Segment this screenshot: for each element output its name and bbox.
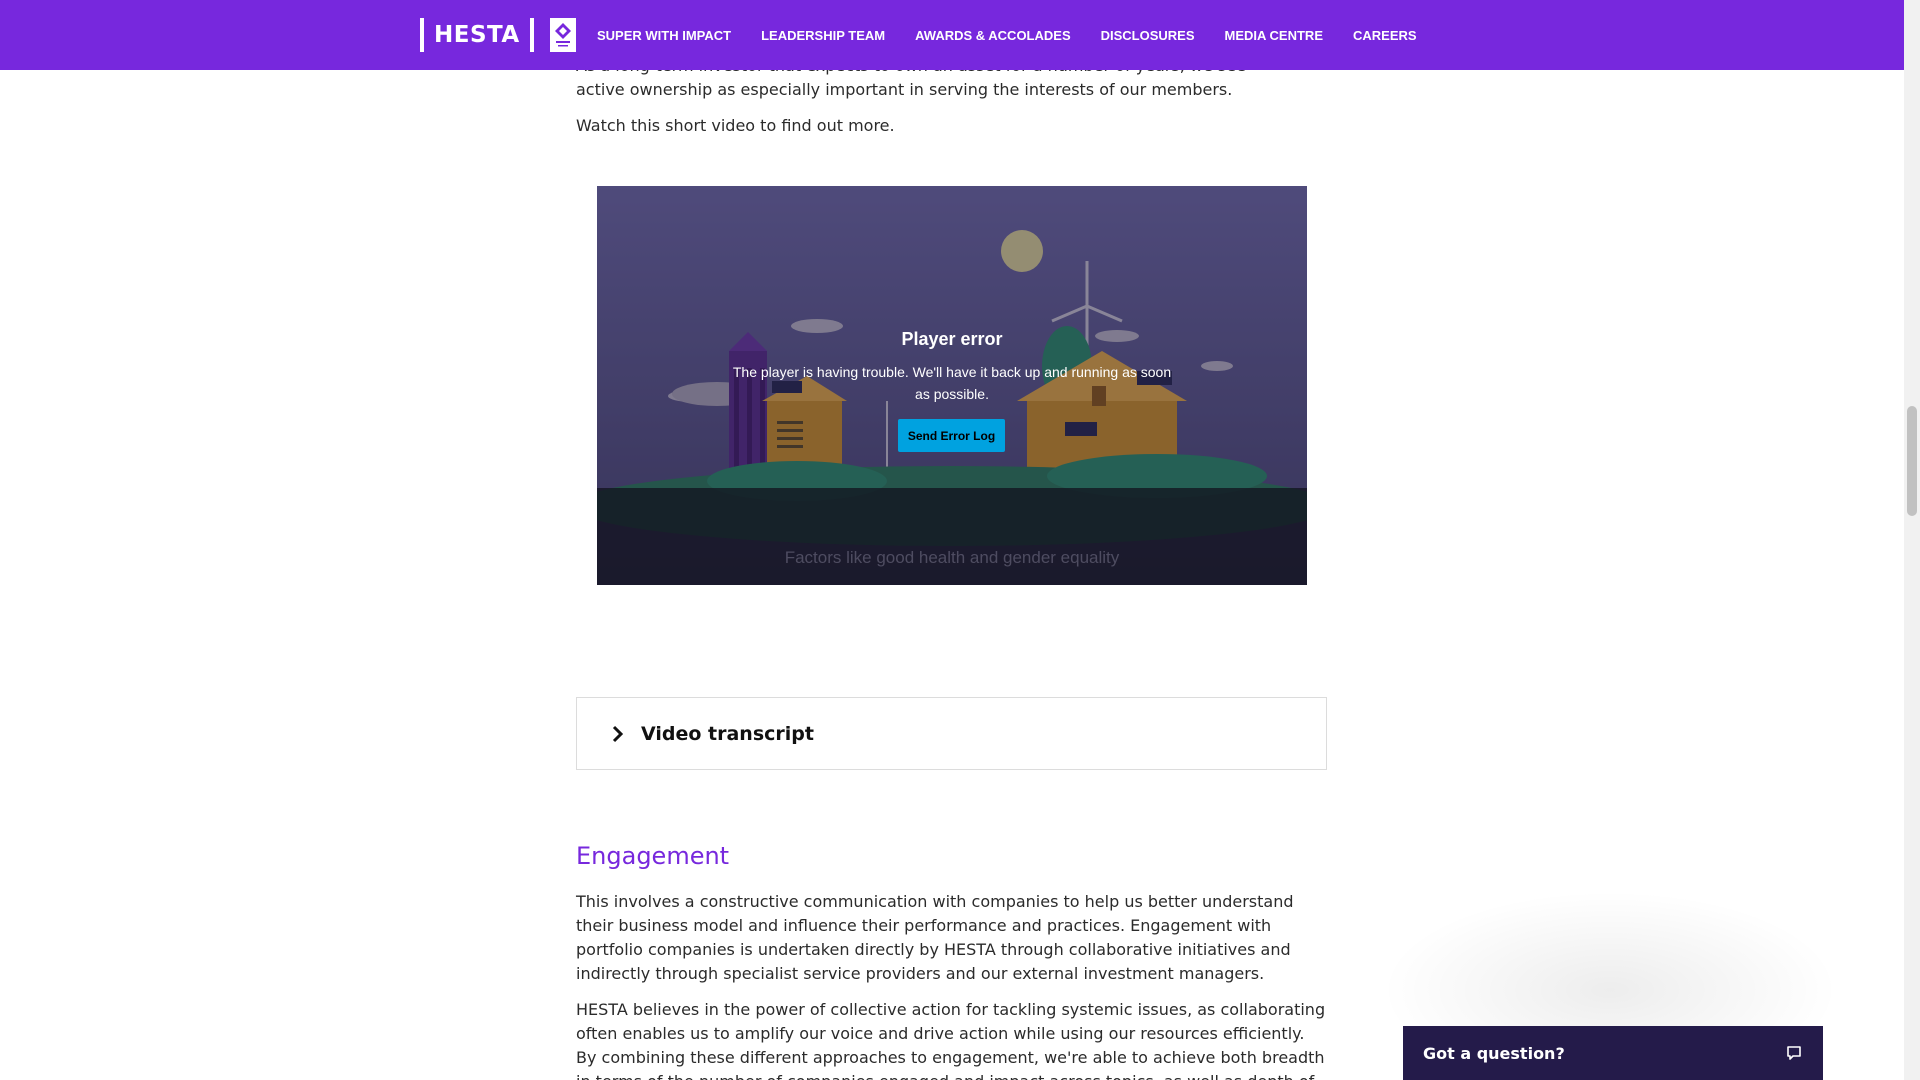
- video-transcript-label: Video transcript: [641, 722, 814, 745]
- main-nav: SUPER WITH IMPACT LEADERSHIP TEAM AWARDS…: [597, 0, 1447, 70]
- player-error-message: The player is having trouble. We'll have…: [732, 364, 1172, 402]
- nav-careers[interactable]: CAREERS: [1353, 28, 1417, 43]
- nav-disclosures[interactable]: DISCLOSURES: [1101, 28, 1195, 43]
- certification-badge-icon: [549, 18, 576, 52]
- engagement-paragraph-2: HESTA believes in the power of collectiv…: [576, 1000, 1326, 1080]
- chevron-right-icon: [611, 724, 627, 744]
- logo-text: HESTA: [434, 22, 520, 48]
- nav-super-with-impact[interactable]: SUPER WITH IMPACT: [597, 28, 731, 43]
- scrollbar-thumb[interactable]: [1907, 406, 1917, 516]
- logo-divider-left: [420, 18, 424, 52]
- video-player[interactable]: Player error The player is having troubl…: [597, 186, 1307, 585]
- engagement-heading: Engagement: [576, 842, 730, 870]
- watch-video-text: Watch this short video to find out more.: [576, 116, 895, 135]
- got-a-question-chat-button[interactable]: Got a question?: [1403, 1026, 1823, 1080]
- video-transcript-accordion[interactable]: Video transcript: [576, 697, 1327, 770]
- hesta-logo[interactable]: HESTA: [420, 17, 576, 53]
- nav-leadership-team[interactable]: LEADERSHIP TEAM: [761, 28, 885, 43]
- send-error-log-button[interactable]: Send Error Log: [898, 419, 1005, 452]
- page: HESTA SUPER WITH IMPACT LEADERSHIP TEAM …: [0, 0, 1920, 1080]
- video-caption: Factors like good health and gender equa…: [784, 548, 1120, 567]
- chat-bubble-icon: [1785, 1044, 1803, 1062]
- page-scrollbar[interactable]: [1904, 0, 1920, 1080]
- engagement-paragraph-1: This involves a constructive communicati…: [576, 892, 1294, 983]
- video-caption-bar: [597, 488, 1307, 585]
- chat-label: Got a question?: [1423, 1043, 1565, 1063]
- nav-media-centre[interactable]: MEDIA CENTRE: [1225, 28, 1323, 43]
- top-navigation: HESTA SUPER WITH IMPACT LEADERSHIP TEAM …: [0, 0, 1904, 70]
- nav-awards-accolades[interactable]: AWARDS & ACCOLADES: [915, 28, 1071, 43]
- player-error-title: Player error: [901, 329, 1003, 349]
- logo-divider-right: [529, 18, 534, 52]
